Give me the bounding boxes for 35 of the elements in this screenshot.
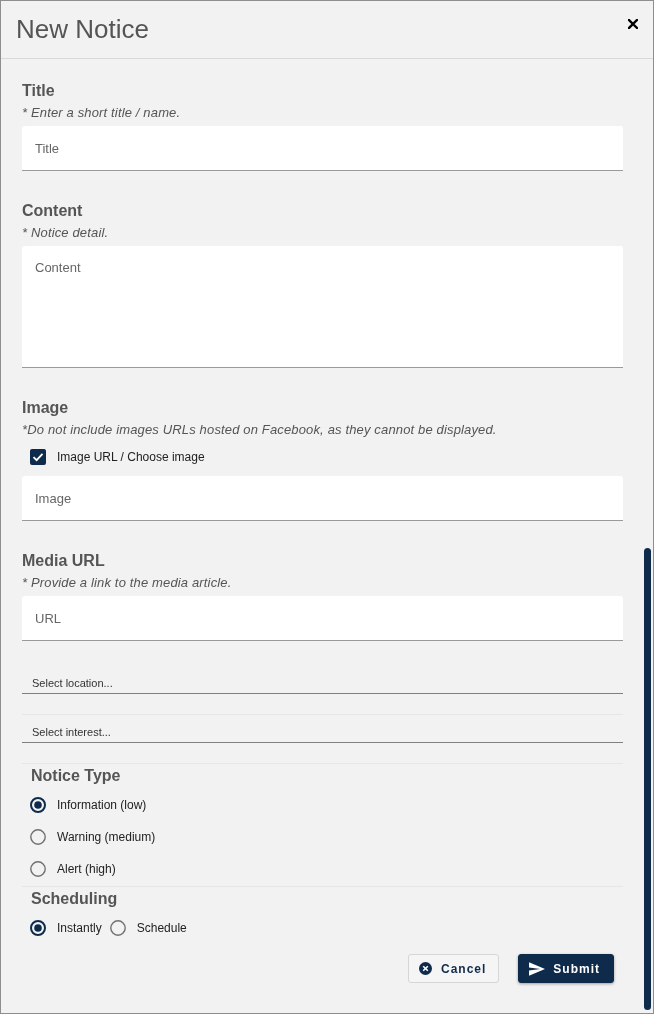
field-label: Media URL	[22, 551, 106, 571]
radio-button[interactable]	[30, 829, 46, 845]
cancel-button[interactable]: Cancel	[407, 954, 500, 983]
radio-button[interactable]	[30, 797, 46, 813]
group-label: Notice Type	[31, 766, 122, 786]
dropdown-field[interactable]: Select location...	[22, 668, 623, 694]
radio-button[interactable]	[109, 920, 126, 936]
submit-button[interactable]: Submit	[518, 954, 614, 983]
send-icon	[529, 961, 546, 976]
radio-label[interactable]: Schedule	[136, 920, 187, 936]
text-field[interactable]: Title	[22, 126, 623, 171]
field-label: Image	[22, 398, 70, 418]
field-hint: * Provide a link to the media article.	[22, 575, 233, 591]
scrollbar-thumb[interactable]	[644, 548, 651, 1010]
checkbox[interactable]	[30, 449, 46, 465]
dialog-title: New Notice	[16, 13, 149, 46]
field-hint: *Do not include images URLs hosted on Facebook, as they cannot be displayed.	[22, 422, 498, 438]
field-label: Title	[22, 81, 56, 101]
radio-label[interactable]: Instantly	[57, 920, 102, 936]
radio-button[interactable]	[30, 861, 46, 877]
field-hint: * Enter a short title / name.	[22, 105, 182, 121]
dropdown-field[interactable]: Select interest...	[22, 717, 623, 743]
field-hint: * Notice detail.	[22, 225, 110, 241]
checkbox-label[interactable]: Image URL / Choose image	[57, 449, 205, 465]
text-field[interactable]: URL	[22, 596, 623, 641]
group-label: Scheduling	[31, 889, 119, 909]
radio-label[interactable]: Alert (high)	[57, 861, 116, 877]
close-icon	[418, 962, 432, 975]
radio-button[interactable]	[30, 920, 46, 936]
textarea-field[interactable]: Content	[22, 246, 623, 368]
field-label: Content	[22, 201, 84, 221]
radio-label[interactable]: Information (low)	[57, 797, 147, 813]
radio-label[interactable]: Warning (medium)	[57, 829, 156, 845]
close-icon[interactable]	[628, 19, 638, 29]
text-field[interactable]: Image	[22, 476, 623, 521]
